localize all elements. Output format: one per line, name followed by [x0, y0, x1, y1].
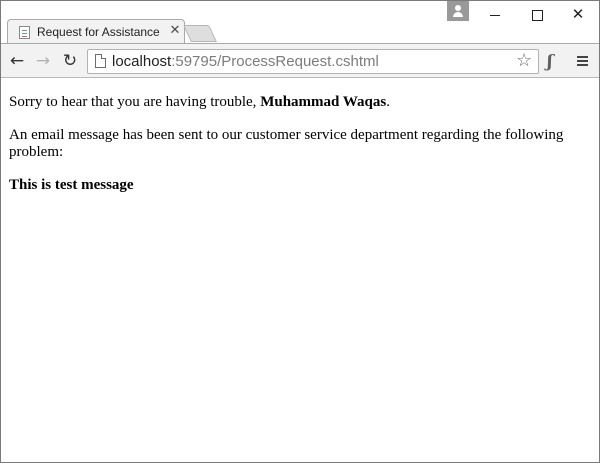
url-text[interactable]: localhost:59795/ProcessRequest.cshtml [112, 53, 379, 70]
email-notice-paragraph: An email message has been sent to our cu… [9, 127, 564, 160]
url-host: localhost [112, 53, 172, 70]
new-tab-button[interactable] [183, 25, 217, 42]
greeting-prefix: Sorry to hear that you are having troubl… [9, 94, 261, 110]
profile-icon[interactable] [447, 1, 469, 21]
maximize-button[interactable] [517, 1, 557, 29]
title-bar: Request for Assistance ✕ ✕ [1, 1, 599, 44]
page-favicon-icon [19, 26, 30, 39]
browser-window: Request for Assistance ✕ ✕ ← → ↻ localho… [0, 0, 600, 463]
browser-toolbar: ← → ↻ localhost:59795/ProcessRequest.csh… [1, 43, 599, 78]
menu-hamburger-icon[interactable] [577, 56, 588, 58]
url-path: :59795/ProcessRequest.cshtml [171, 53, 379, 70]
address-bar[interactable]: localhost:59795/ProcessRequest.cshtml ☆ [87, 49, 539, 74]
page-content: Sorry to hear that you are having troubl… [1, 78, 599, 462]
problem-message: This is test message [9, 177, 134, 193]
forward-arrow-icon[interactable]: → [32, 50, 54, 72]
greeting-suffix: . [386, 94, 390, 110]
window-close-button[interactable]: ✕ [558, 1, 598, 29]
tab-close-icon[interactable]: ✕ [168, 24, 182, 38]
reload-icon[interactable]: ↻ [59, 50, 81, 72]
profile-head-shape [455, 5, 461, 11]
browser-tab[interactable]: Request for Assistance ✕ [7, 19, 185, 44]
minimize-button[interactable] [475, 1, 515, 29]
back-arrow-icon[interactable]: ← [6, 50, 28, 72]
profile-body-shape [453, 12, 463, 17]
bookmark-star-icon[interactable]: ☆ [516, 51, 532, 71]
extension-icon[interactable]: ʃ [547, 53, 561, 71]
close-icon: ✕ [571, 5, 585, 23]
greeting-paragraph: Sorry to hear that you are having troubl… [9, 94, 579, 111]
tab-title: Request for Assistance [37, 25, 160, 39]
user-name: Muhammad Waqas [260, 94, 387, 110]
page-info-icon[interactable] [95, 54, 106, 68]
